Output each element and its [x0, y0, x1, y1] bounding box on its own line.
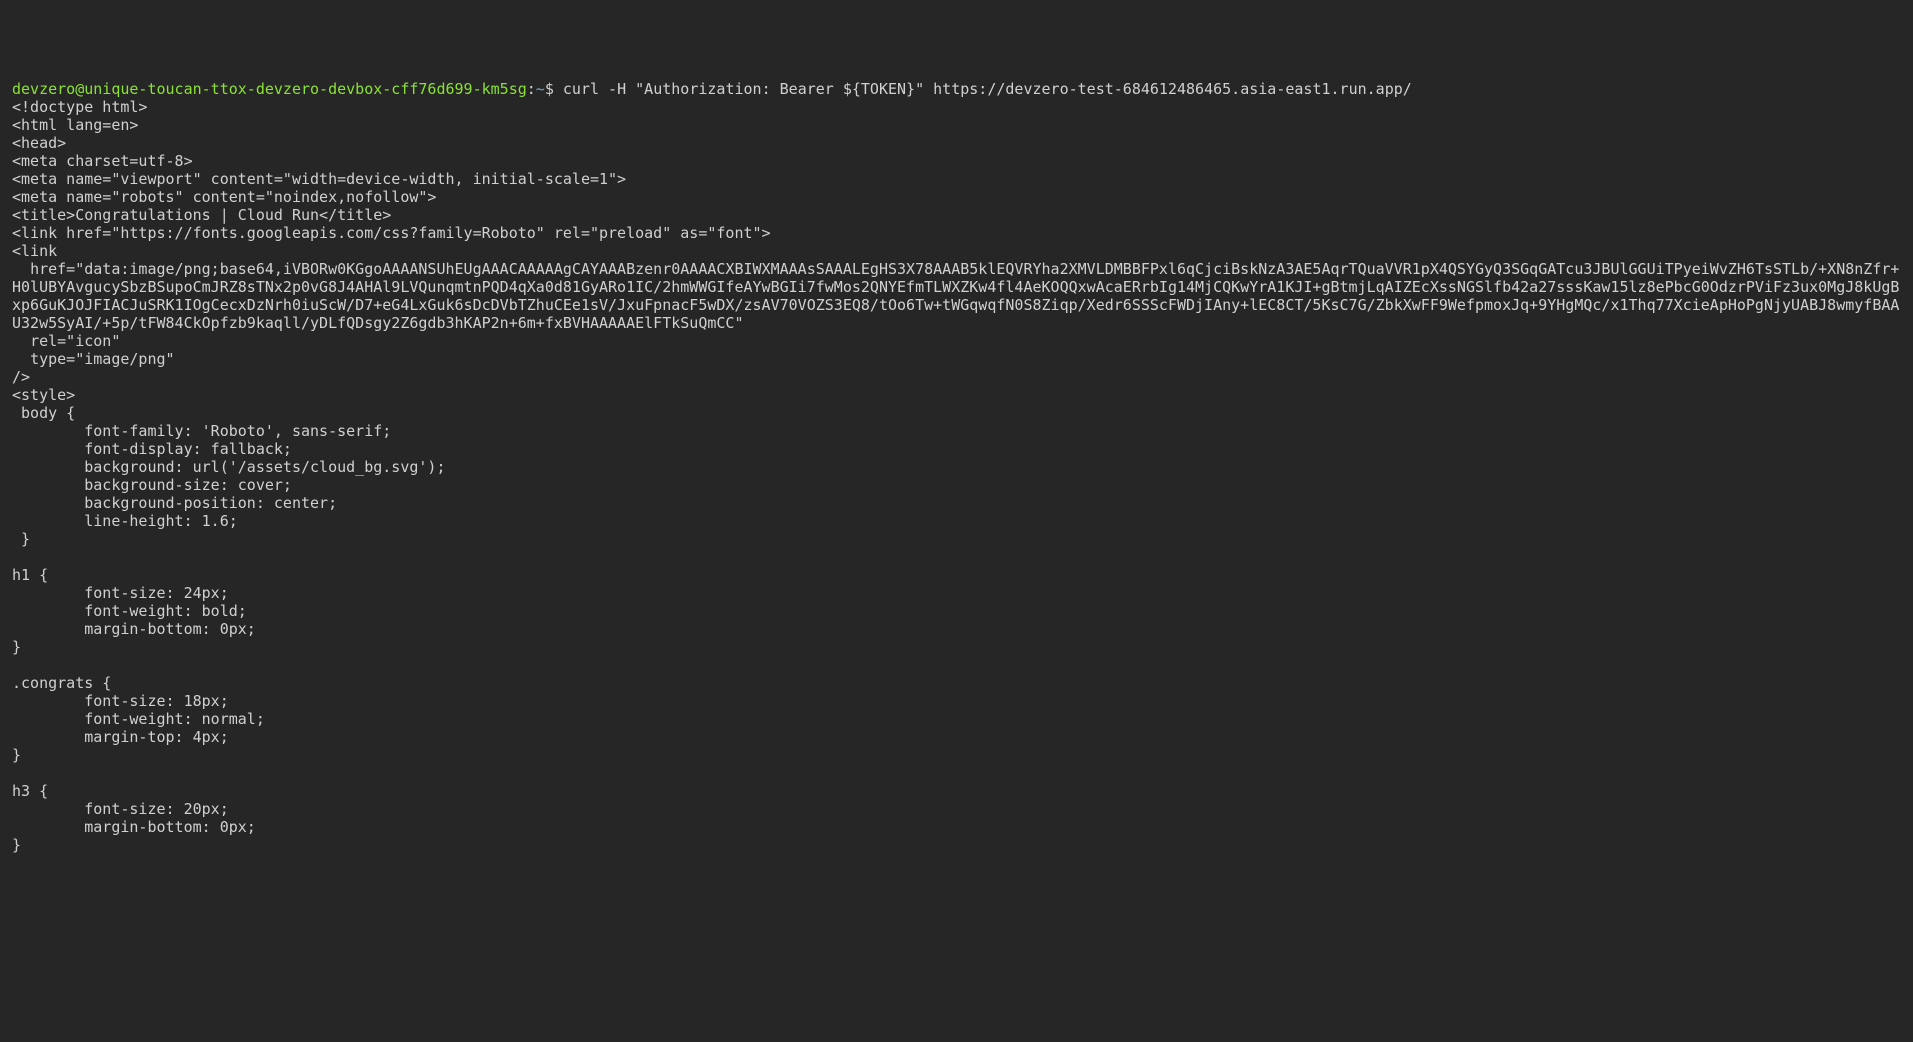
output-line: font-display: fallback; — [12, 440, 292, 458]
output-line: font-size: 18px; — [12, 692, 229, 710]
output-line: background: url('/assets/cloud_bg.svg'); — [12, 458, 445, 476]
output-line: rel="icon" — [12, 332, 120, 350]
output-line: <head> — [12, 134, 66, 152]
prompt-command: curl -H "Authorization: Bearer ${TOKEN}"… — [563, 80, 1412, 98]
output-line: <html lang=en> — [12, 116, 138, 134]
output-line: font-weight: bold; — [12, 602, 247, 620]
prompt-cwd: ~ — [536, 80, 545, 98]
output-line: <style> — [12, 386, 75, 404]
prompt-sep: : — [527, 80, 536, 98]
output-line: font-family: 'Roboto', sans-serif; — [12, 422, 391, 440]
output-line: <meta name="viewport" content="width=dev… — [12, 170, 626, 188]
terminal-content[interactable]: devzero@unique-toucan-ttox-devzero-devbo… — [12, 80, 1899, 854]
output-line: } — [12, 836, 21, 854]
output-line: } — [12, 746, 21, 764]
output-line: margin-top: 4px; — [12, 728, 229, 746]
output-line: h1 { — [12, 566, 48, 584]
output-line: background-size: cover; — [12, 476, 292, 494]
prompt-dollar: $ — [545, 80, 563, 98]
output-line: background-position: center; — [12, 494, 337, 512]
output-line: body { — [12, 404, 75, 422]
output-line: <meta charset=utf-8> — [12, 152, 193, 170]
output-line: .congrats { — [12, 674, 111, 692]
output-line: /> — [12, 368, 30, 386]
output-line: font-size: 24px; — [12, 584, 229, 602]
output-line: font-size: 20px; — [12, 800, 229, 818]
output-line: line-height: 1.6; — [12, 512, 238, 530]
output-line: margin-bottom: 0px; — [12, 818, 256, 836]
output-line: } — [12, 638, 21, 656]
output-line: margin-bottom: 0px; — [12, 620, 256, 638]
output-line: <link href="https://fonts.googleapis.com… — [12, 224, 771, 242]
output-line: type="image/png" — [12, 350, 175, 368]
output-line: h3 { — [12, 782, 48, 800]
output-line: <!doctype html> — [12, 98, 147, 116]
output-line: <link — [12, 242, 57, 260]
output-line: font-weight: normal; — [12, 710, 265, 728]
output-line: href="data:image/png;base64,iVBORw0KGgoA… — [12, 260, 1899, 332]
output-line: } — [12, 530, 30, 548]
output-line: <title>Congratulations | Cloud Run</titl… — [12, 206, 391, 224]
prompt-userhost: devzero@unique-toucan-ttox-devzero-devbo… — [12, 80, 527, 98]
output-line: <meta name="robots" content="noindex,nof… — [12, 188, 436, 206]
